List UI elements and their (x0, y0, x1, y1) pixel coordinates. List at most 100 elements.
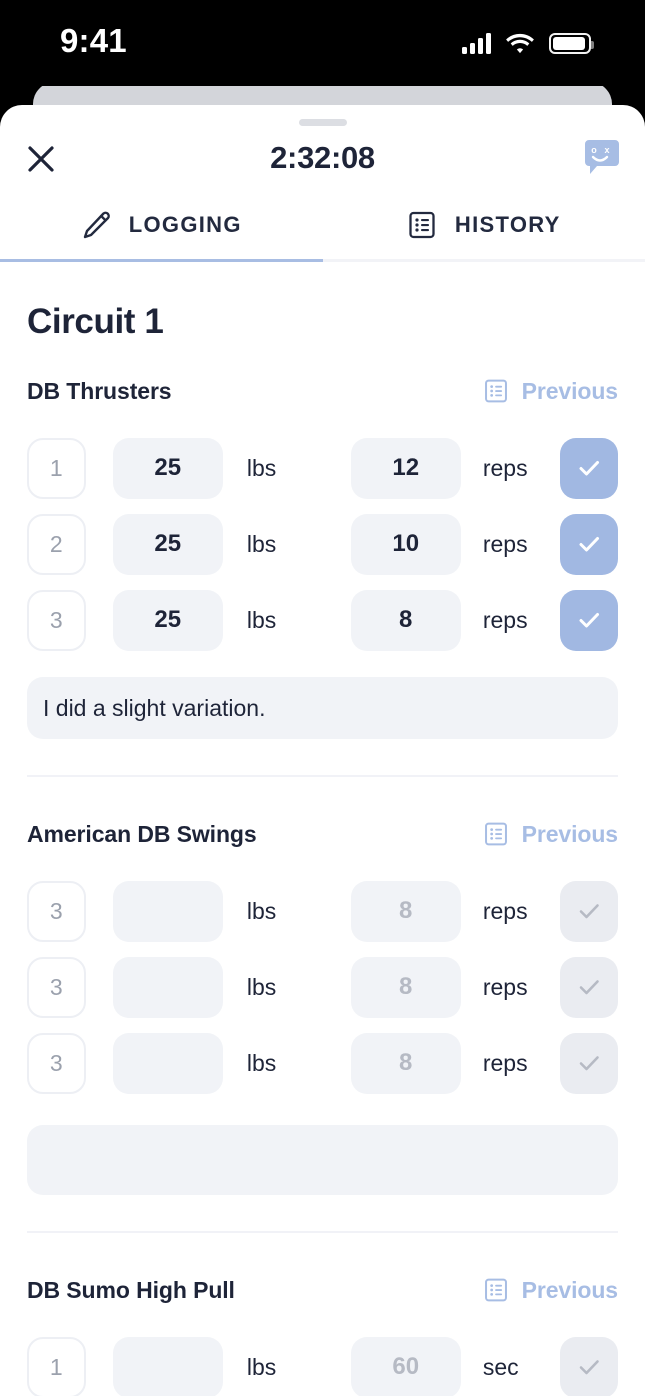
logging-content: Circuit 1 DB Thrusters Previous 1 25 lbs… (0, 302, 645, 1396)
check-icon (579, 1056, 599, 1071)
weight-unit-label: lbs (246, 1049, 277, 1076)
exercise-section: DB Thrusters Previous 1 25 lbs 12 reps 2… (27, 370, 618, 779)
weight-unit-label: lbs (246, 897, 277, 924)
previous-button[interactable]: Previous (483, 378, 618, 405)
wifi-icon (506, 33, 534, 54)
check-icon (579, 980, 599, 995)
check-icon (579, 1360, 599, 1375)
weight-input[interactable] (112, 880, 223, 942)
circuit-title: Circuit 1 (27, 302, 164, 341)
previous-label: Previous (521, 820, 618, 847)
status-bar: 9:41 (0, 0, 645, 86)
set-complete-button[interactable] (559, 437, 618, 499)
reps-unit-label: reps (482, 1049, 528, 1076)
workout-timer: 2:32:08 (270, 140, 375, 175)
exercise-section: DB Sumo High Pull Previous 1 lbs 60 sec (27, 1269, 618, 1396)
set-row: 1 lbs 60 sec (27, 1329, 618, 1396)
weight-unit-label: lbs (246, 606, 277, 633)
exercise-header: DB Thrusters Previous (27, 370, 618, 412)
reps-input[interactable]: 8 (350, 880, 461, 942)
set-row: 3 25 lbs 8 reps (27, 582, 618, 658)
reps-input[interactable]: 8 (350, 589, 461, 651)
set-number[interactable]: 3 (27, 1032, 86, 1094)
exercise-name: DB Sumo High Pull (27, 1276, 235, 1303)
svg-text:o: o (591, 145, 597, 155)
set-row: 3 lbs 8 reps (27, 949, 618, 1025)
set-number[interactable]: 3 (27, 589, 86, 651)
exercise-note-input[interactable] (27, 1125, 618, 1195)
previous-button[interactable]: Previous (483, 1277, 618, 1304)
weight-input[interactable] (112, 1336, 223, 1396)
reps-input[interactable]: 8 (350, 956, 461, 1018)
weight-unit-label: lbs (246, 454, 277, 481)
exercise-name: American DB Swings (27, 820, 257, 847)
list-document-icon (484, 379, 507, 403)
duration-input[interactable]: 60 (350, 1336, 461, 1396)
set-number[interactable]: 3 (27, 880, 86, 942)
exercise-header: American DB Swings Previous (27, 813, 618, 855)
set-complete-button[interactable] (559, 1336, 618, 1396)
set-row: 3 lbs 8 reps (27, 1025, 618, 1101)
status-bar-time: 9:41 (60, 22, 127, 59)
set-complete-button[interactable] (559, 880, 618, 942)
tab-history-label: HISTORY (454, 211, 561, 237)
check-icon (579, 904, 599, 919)
list-document-icon (484, 822, 507, 846)
status-bar-icons (462, 28, 594, 58)
pencil-icon (83, 211, 110, 238)
check-icon (579, 537, 599, 552)
weight-unit-label: lbs (246, 530, 277, 557)
reps-unit-label: reps (482, 897, 528, 924)
set-row: 3 lbs 8 reps (27, 873, 618, 949)
reps-unit-label: reps (482, 606, 528, 633)
phone-screen: 9:41 2:32:08 o x LOGGING HISTORY Circuit… (0, 0, 645, 1396)
cellular-signal-icon (462, 32, 491, 54)
check-icon (579, 461, 599, 476)
set-number[interactable]: 3 (27, 956, 86, 1018)
duration-unit-label: sec (482, 1353, 519, 1380)
set-row: 2 25 lbs 10 reps (27, 506, 618, 582)
reps-unit-label: reps (482, 973, 528, 1000)
previous-label: Previous (521, 1276, 618, 1303)
list-document-icon (484, 1278, 507, 1302)
previous-label: Previous (521, 377, 618, 404)
exercise-note-input[interactable]: I did a slight variation. (27, 677, 618, 739)
weight-input[interactable]: 25 (112, 437, 223, 499)
chat-button[interactable]: o x (581, 137, 623, 179)
weight-unit-label: lbs (246, 1353, 277, 1380)
reps-input[interactable]: 10 (350, 513, 461, 575)
set-complete-button[interactable] (559, 1032, 618, 1094)
weight-unit-label: lbs (246, 973, 277, 1000)
tab-logging-label: LOGGING (128, 211, 242, 237)
chat-smiley-icon: o x (585, 140, 619, 174)
section-divider (27, 775, 618, 777)
exercise-section: American DB Swings Previous 3 lbs 8 reps… (27, 813, 618, 1235)
weight-input[interactable] (112, 1032, 223, 1094)
set-complete-button[interactable] (559, 589, 618, 651)
exercise-name: DB Thrusters (27, 377, 172, 404)
reps-input[interactable]: 8 (350, 1032, 461, 1094)
previous-button[interactable]: Previous (483, 821, 618, 848)
set-number[interactable]: 2 (27, 513, 86, 575)
battery-icon (549, 32, 594, 54)
set-number[interactable]: 1 (27, 437, 86, 499)
reps-unit-label: reps (482, 530, 528, 557)
reps-input[interactable]: 12 (350, 437, 461, 499)
svg-text:x: x (604, 145, 609, 155)
weight-input[interactable]: 25 (112, 513, 223, 575)
tab-logging[interactable]: LOGGING (0, 190, 323, 262)
weight-input[interactable]: 25 (112, 589, 223, 651)
exercise-header: DB Sumo High Pull Previous (27, 1269, 618, 1311)
tab-history[interactable]: HISTORY (323, 190, 645, 259)
set-complete-button[interactable] (559, 956, 618, 1018)
sheet-header: 2:32:08 o x (0, 105, 645, 190)
reps-unit-label: reps (482, 454, 528, 481)
check-icon (579, 613, 599, 628)
set-number[interactable]: 1 (27, 1336, 86, 1396)
section-divider (27, 1231, 618, 1233)
weight-input[interactable] (112, 956, 223, 1018)
list-document-icon (409, 211, 435, 238)
set-row: 1 25 lbs 12 reps (27, 430, 618, 506)
set-complete-button[interactable] (559, 513, 618, 575)
workout-sheet: 2:32:08 o x LOGGING HISTORY Circuit 1 DB… (0, 105, 645, 1396)
